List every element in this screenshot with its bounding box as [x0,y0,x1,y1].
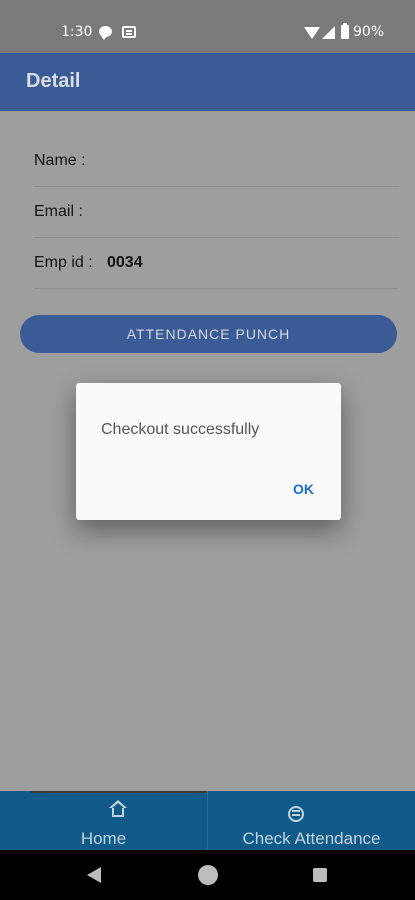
checkout-dialog: Checkout successfully OK [76,383,341,520]
nav-tab-home-label: Home [80,829,127,848]
nav-tab-home[interactable]: Home [0,791,207,850]
dialog-message: Checkout successfully [101,421,260,438]
email-label: Email : [34,203,83,220]
name-row: Name : [34,136,399,187]
system-nav-bar [0,850,415,900]
battery-icon [341,23,349,39]
wifi-icon [304,27,320,39]
attendance-punch-button[interactable]: ATTENDANCE PUNCH [20,315,397,353]
nav-tab-check-attendance[interactable]: Check Attendance [208,791,415,850]
status-time: 1:30 [61,24,93,40]
name-label: Name : [34,152,86,169]
nav-tab-check-attendance-label: Check Attendance [242,829,381,848]
wifi-circle-icon [288,806,304,822]
emp-id-row: Emp id : 0034 [34,238,399,289]
news-notification-icon [122,26,136,38]
back-icon[interactable] [87,867,101,883]
signal-icon [322,26,335,39]
app-bar: Detail [0,53,415,111]
battery-percent: 90% [353,24,385,40]
emp-id-value: 0034 [107,254,143,271]
email-row: Email : [34,187,399,238]
bottom-nav: Home Check Attendance [0,791,415,850]
recents-icon[interactable] [313,868,327,882]
home-circle-icon[interactable] [198,865,218,885]
home-icon [109,800,127,821]
page-title: Detail [26,70,81,92]
emp-id-label: Emp id : [34,254,93,271]
chat-notification-icon [99,26,112,40]
dialog-ok-button[interactable]: OK [293,481,314,497]
status-bar: 1:30 90% [0,0,415,53]
